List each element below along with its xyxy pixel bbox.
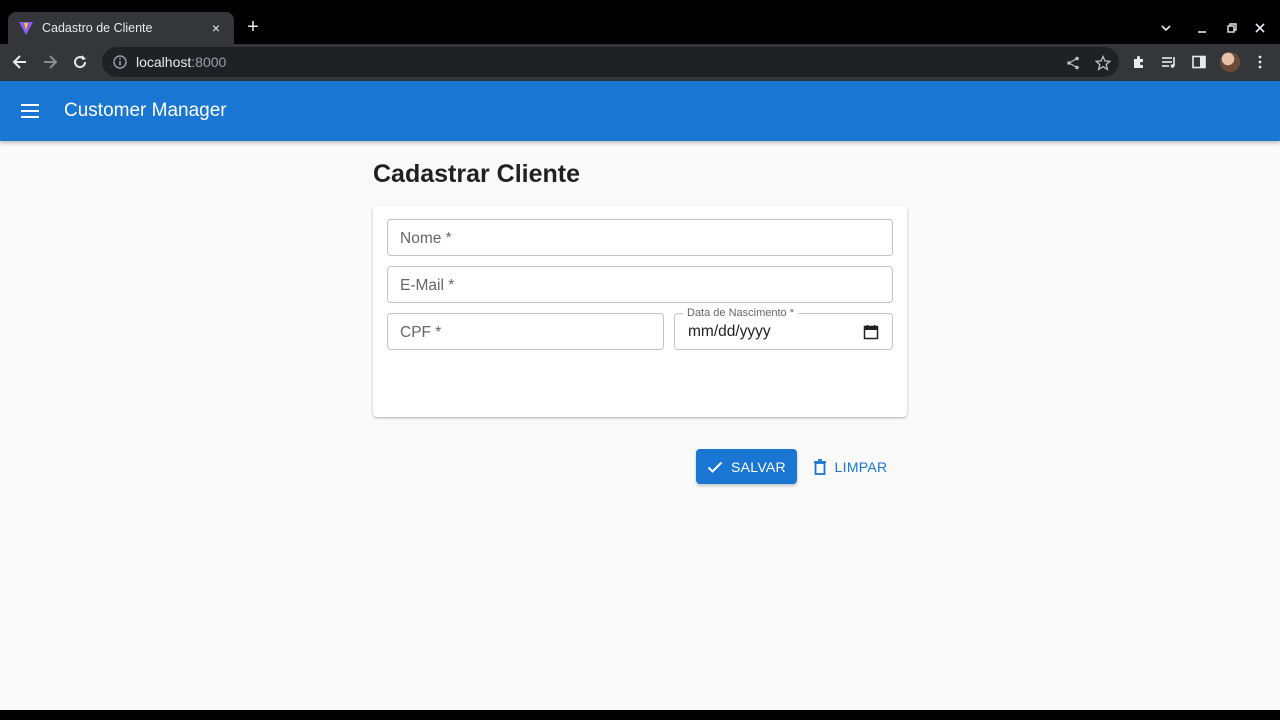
trash-icon bbox=[813, 458, 827, 475]
restore-icon[interactable] bbox=[1218, 14, 1246, 42]
app-title: Customer Manager bbox=[64, 100, 227, 121]
extensions-puzzle-icon[interactable] bbox=[1129, 52, 1149, 72]
browser-toolbar: localhost:8000 bbox=[0, 44, 1280, 81]
customer-form-card: Nome * E-Mail * CPF * Data de Nascimento… bbox=[373, 206, 907, 484]
new-tab-button[interactable]: + bbox=[243, 17, 263, 37]
browser-menu-icon[interactable] bbox=[1250, 52, 1270, 72]
email-placeholder: E-Mail * bbox=[400, 277, 455, 294]
page-viewport: Customer Manager Cadastrar Cliente Nome … bbox=[0, 81, 1280, 710]
close-window-icon[interactable] bbox=[1246, 14, 1274, 42]
minimize-icon[interactable] bbox=[1188, 14, 1216, 42]
nome-input[interactable]: Nome * bbox=[387, 219, 893, 256]
forward-arrow-icon[interactable] bbox=[36, 48, 64, 76]
browser-tabstrip: Cadastro de Cliente × + bbox=[0, 0, 1280, 44]
reading-list-icon[interactable] bbox=[1159, 52, 1179, 72]
page-title: Cadastrar Cliente bbox=[373, 160, 581, 188]
browser-tab[interactable]: Cadastro de Cliente × bbox=[8, 12, 234, 44]
cpf-input[interactable]: CPF * bbox=[387, 313, 664, 350]
bookmark-star-icon[interactable] bbox=[1094, 54, 1112, 72]
back-arrow-icon[interactable] bbox=[6, 48, 34, 76]
url-host: localhost bbox=[136, 54, 192, 70]
side-panel-icon[interactable] bbox=[1189, 52, 1209, 72]
nome-placeholder: Nome * bbox=[400, 230, 452, 247]
calendar-icon[interactable] bbox=[863, 324, 879, 340]
profile-avatar[interactable] bbox=[1220, 52, 1240, 72]
save-button[interactable]: SALVAR bbox=[696, 449, 797, 484]
reload-icon[interactable] bbox=[66, 48, 94, 76]
clear-button[interactable]: LIMPAR bbox=[809, 449, 891, 484]
vite-logo-icon bbox=[18, 20, 34, 36]
app-bar: Customer Manager bbox=[0, 81, 1280, 141]
birth-date-input[interactable]: Data de Nascimento * mm/dd/yyyy bbox=[674, 306, 893, 350]
hamburger-menu-icon[interactable] bbox=[18, 99, 42, 123]
check-icon bbox=[707, 460, 723, 474]
tab-search-icon[interactable] bbox=[1152, 14, 1180, 42]
tab-title: Cadastro de Cliente bbox=[42, 21, 153, 35]
tab-close-icon[interactable]: × bbox=[208, 20, 224, 36]
birth-date-label: Data de Nascimento * bbox=[683, 306, 798, 320]
birth-date-value: mm/dd/yyyy bbox=[688, 323, 771, 340]
save-button-label: SALVAR bbox=[731, 458, 786, 475]
share-icon[interactable] bbox=[1064, 54, 1082, 72]
url-port: :8000 bbox=[191, 54, 227, 70]
clear-button-label: LIMPAR bbox=[834, 458, 888, 475]
bottom-edge bbox=[0, 710, 1280, 720]
email-input[interactable]: E-Mail * bbox=[387, 266, 893, 303]
cpf-placeholder: CPF * bbox=[400, 324, 442, 341]
site-info-icon[interactable] bbox=[112, 54, 128, 70]
address-bar[interactable]: localhost:8000 bbox=[102, 47, 1119, 77]
